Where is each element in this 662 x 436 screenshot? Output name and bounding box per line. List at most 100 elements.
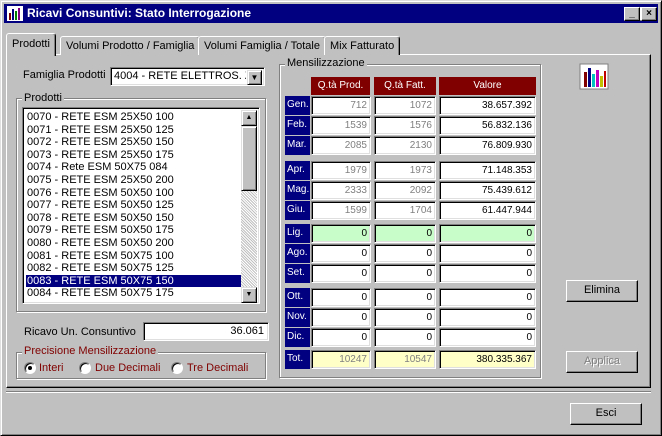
cell-prod[interactable]: 0 bbox=[311, 328, 371, 347]
list-item[interactable]: 0075 - RETE ESM 25X50 200 bbox=[26, 174, 242, 186]
cell-fatt[interactable]: 1072 bbox=[374, 96, 436, 115]
list-item[interactable]: 0072 - RETE ESM 25X50 150 bbox=[26, 136, 242, 148]
header-valore: Valore bbox=[439, 77, 536, 95]
cell-valore[interactable]: 76.809.930 bbox=[439, 136, 536, 155]
esci-button[interactable]: Esci bbox=[570, 403, 642, 425]
cell-prod[interactable]: 0 bbox=[311, 288, 371, 307]
total-label: Tot. bbox=[285, 350, 310, 369]
ricavo-field[interactable]: 36.061 bbox=[143, 322, 269, 341]
cell-prod[interactable]: 0 bbox=[311, 244, 371, 263]
scroll-thumb[interactable] bbox=[241, 126, 257, 191]
cell-valore[interactable]: 0 bbox=[439, 328, 536, 347]
cell-fatt[interactable]: 0 bbox=[374, 224, 436, 243]
minimize-button[interactable]: _ bbox=[624, 7, 640, 21]
cell-valore[interactable]: 0 bbox=[439, 264, 536, 283]
month-label: Lig. bbox=[285, 224, 310, 243]
close-icon: × bbox=[646, 8, 652, 19]
cell-valore[interactable]: 75.439.612 bbox=[439, 181, 536, 200]
month-label: Feb. bbox=[285, 116, 310, 135]
cell-valore[interactable]: 0 bbox=[439, 244, 536, 263]
total-valore: 380.335.367 bbox=[439, 350, 536, 369]
tab-label: Volumi Famiglia / Totale bbox=[204, 40, 320, 52]
arrow-down-icon: ▼ bbox=[245, 291, 253, 298]
radio-dot bbox=[28, 366, 32, 370]
scroll-down-button[interactable]: ▼ bbox=[241, 287, 257, 303]
tab-prodotti[interactable]: Prodotti bbox=[6, 33, 56, 56]
cell-prod[interactable]: 1979 bbox=[311, 161, 371, 180]
cell-fatt[interactable]: 0 bbox=[374, 288, 436, 307]
cell-fatt[interactable]: 1576 bbox=[374, 116, 436, 135]
list-item[interactable]: 0077 - RETE ESM 50X50 125 bbox=[26, 199, 242, 211]
cell-prod[interactable]: 0 bbox=[311, 224, 371, 243]
cell-valore[interactable]: 38.657.392 bbox=[439, 96, 536, 115]
cell-prod[interactable]: 0 bbox=[311, 264, 371, 283]
cell-prod[interactable]: 1599 bbox=[311, 201, 371, 220]
list-item[interactable]: 0070 - RETE ESM 25X50 100 bbox=[26, 111, 242, 123]
applica-button[interactable]: Applica bbox=[566, 351, 638, 373]
radio-tre-decimali-label[interactable]: Tre Decimali bbox=[187, 362, 248, 374]
bar-chart-icon[interactable] bbox=[577, 60, 611, 92]
bar-chart-icon bbox=[7, 6, 23, 21]
divider bbox=[6, 391, 651, 393]
list-item[interactable]: 0076 - RETE ESM 50X50 100 bbox=[26, 187, 242, 199]
radio-interi-label[interactable]: Interi bbox=[39, 362, 63, 374]
precisione-group-label: Precisione Mensilizzazione bbox=[22, 345, 159, 357]
famiglia-label: Famiglia Prodotti bbox=[23, 69, 106, 81]
tab-mix-fatturato[interactable]: Mix Fatturato bbox=[324, 36, 401, 55]
cell-prod[interactable]: 0 bbox=[311, 308, 371, 327]
list-item[interactable]: 0080 - RETE ESM 50X50 200 bbox=[26, 237, 242, 249]
total-fatt: 10547 bbox=[374, 350, 436, 369]
radio-interi[interactable] bbox=[24, 362, 36, 374]
list-item[interactable]: 0081 - RETE ESM 50X75 100 bbox=[26, 250, 242, 262]
month-label: Giu. bbox=[285, 201, 310, 220]
cell-valore[interactable]: 61.447.944 bbox=[439, 201, 536, 220]
prodotti-group-label: Prodotti bbox=[22, 92, 64, 104]
ricavo-label: Ricavo Un. Consuntivo bbox=[24, 326, 136, 338]
list-item[interactable]: 0078 - RETE ESM 50X50 150 bbox=[26, 212, 242, 224]
cell-fatt[interactable]: 2092 bbox=[374, 181, 436, 200]
radio-due-decimali[interactable] bbox=[79, 362, 91, 374]
total-prod: 10247 bbox=[311, 350, 371, 369]
month-label: Ago. bbox=[285, 244, 310, 263]
cell-prod[interactable]: 1539 bbox=[311, 116, 371, 135]
list-item[interactable]: 0084 - RETE ESM 50X75 175 bbox=[26, 287, 242, 299]
radio-tre-decimali[interactable] bbox=[171, 362, 183, 374]
cell-valore[interactable]: 0 bbox=[439, 224, 536, 243]
tab-label: Prodotti bbox=[12, 38, 50, 50]
prodotti-scrollbar[interactable]: ▲ ▼ bbox=[241, 110, 257, 303]
radio-due-decimali-label[interactable]: Due Decimali bbox=[95, 362, 160, 374]
cell-fatt[interactable]: 0 bbox=[374, 244, 436, 263]
scroll-up-button[interactable]: ▲ bbox=[241, 110, 257, 126]
prodotti-list[interactable]: 0070 - RETE ESM 25X50 100 0071 - RETE ESM… bbox=[22, 107, 260, 304]
elimina-button[interactable]: Elimina bbox=[566, 280, 638, 302]
close-button[interactable]: × bbox=[641, 7, 657, 21]
cell-valore[interactable]: 0 bbox=[439, 308, 536, 327]
month-label: Gen. bbox=[285, 96, 310, 115]
cell-prod[interactable]: 2085 bbox=[311, 136, 371, 155]
cell-prod[interactable]: 712 bbox=[311, 96, 371, 115]
month-label: Ott. bbox=[285, 288, 310, 307]
cell-valore[interactable]: 71.148.353 bbox=[439, 161, 536, 180]
cell-valore[interactable]: 56.832.136 bbox=[439, 116, 536, 135]
list-item[interactable]: 0071 - RETE ESM 25X50 125 bbox=[26, 124, 242, 136]
cell-fatt[interactable]: 0 bbox=[374, 328, 436, 347]
cell-fatt[interactable]: 1704 bbox=[374, 201, 436, 220]
famiglia-select[interactable]: 4004 - RETE ELETTROS. ZI ▼ bbox=[110, 67, 265, 86]
cell-fatt[interactable]: 1973 bbox=[374, 161, 436, 180]
minimize-icon: _ bbox=[629, 8, 635, 19]
title-bar[interactable]: Ricavi Consuntivi: Stato Interrogazione … bbox=[4, 4, 658, 23]
tab-volumi-prodotto-famiglia[interactable]: Volumi Prodotto / Famiglia bbox=[60, 36, 201, 55]
tab-volumi-famiglia-totale[interactable]: Volumi Famiglia / Totale bbox=[198, 36, 326, 55]
list-item[interactable]: 0083 - RETE ESM 50X75 150 bbox=[26, 274, 242, 287]
cell-fatt[interactable]: 0 bbox=[374, 264, 436, 283]
cell-valore[interactable]: 0 bbox=[439, 288, 536, 307]
cell-fatt[interactable]: 2130 bbox=[374, 136, 436, 155]
list-item[interactable]: 0074 - Rete ESM 50X75 084 bbox=[26, 161, 242, 173]
list-item[interactable]: 0082 - RETE ESM 50X75 125 bbox=[26, 262, 242, 274]
cell-prod[interactable]: 2333 bbox=[311, 181, 371, 200]
dropdown-button[interactable]: ▼ bbox=[247, 70, 262, 85]
cell-fatt[interactable]: 0 bbox=[374, 308, 436, 327]
list-item[interactable]: 0079 - RETE ESM 50X50 175 bbox=[26, 224, 242, 236]
list-item[interactable]: 0073 - RETE ESM 25X50 175 bbox=[26, 149, 242, 161]
month-label: Mag. bbox=[285, 181, 310, 200]
